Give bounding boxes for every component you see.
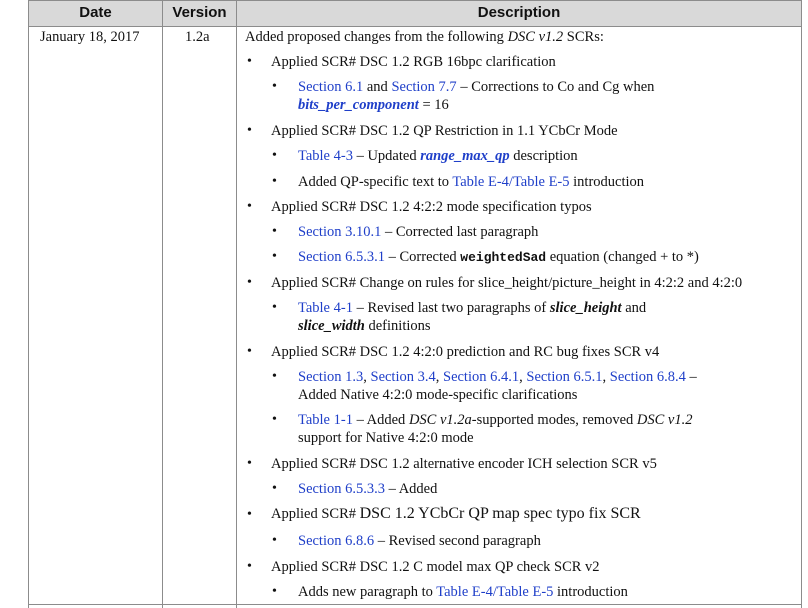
list-item: Applied SCR# DSC 1.2 4:2:0 prediction an… <box>271 344 660 360</box>
sub-bullet: • <box>272 300 277 315</box>
list-item: Applied SCR# Change on rules for slice_h… <box>271 275 743 291</box>
sub-bullet: • <box>272 533 277 548</box>
link-section-6-1[interactable]: Section 6.1 <box>298 79 363 95</box>
sub-bullet: • <box>272 148 277 163</box>
sub-list-item-cont: slice_width definitions <box>298 318 431 334</box>
header-date: Date <box>79 4 112 21</box>
sub-list-item-cont: Added Native 4:2:0 mode-specific clarifi… <box>298 387 578 403</box>
table-border-header <box>28 26 802 27</box>
sub-bullet: • <box>272 174 277 189</box>
list-item: Applied SCR# DSC 1.2 YCbCr QP map spec t… <box>271 505 641 522</box>
link-section-6-5-3-3[interactable]: Section 6.5.3.3 <box>298 481 385 497</box>
sub-list-item: Added QP-specific text to Table E-4/Tabl… <box>298 174 645 190</box>
sub-bullet: • <box>272 369 277 384</box>
column-divider-date <box>162 0 163 608</box>
link-section-3-4[interactable]: Section 3.4 <box>371 369 436 385</box>
link-section-6-5-3-1[interactable]: Section 6.5.3.1 <box>298 249 385 265</box>
bullet: • <box>247 54 252 69</box>
table-border-left <box>28 0 29 608</box>
list-item: Applied SCR# DSC 1.2 C model max QP chec… <box>271 559 600 575</box>
header-description: Description <box>477 4 561 21</box>
sub-bullet: • <box>272 584 277 599</box>
list-item: Applied SCR# DSC 1.2 RGB 16bpc clarifica… <box>271 54 556 70</box>
link-section-6-8-6[interactable]: Section 6.8.6 <box>298 533 374 549</box>
sub-list-item: Table 4-1 – Revised last two paragraphs … <box>298 300 647 316</box>
link-table-4-3[interactable]: Table 4-3 <box>298 148 353 164</box>
sub-list-item: Section 6.8.6 – Revised second paragraph <box>298 533 541 549</box>
link-section-6-4-1[interactable]: Section 6.4.1 <box>443 369 519 385</box>
table-border-right <box>801 0 802 608</box>
sub-list-item: Section 1.3, Section 3.4, Section 6.4.1,… <box>298 369 697 385</box>
sub-bullet: • <box>272 481 277 496</box>
header-version: Version <box>172 4 227 21</box>
list-item: Applied SCR# DSC 1.2 alternative encoder… <box>271 456 657 472</box>
sub-list-item: Table 4-3 – Updated range_max_qp descrip… <box>298 148 578 164</box>
sub-list-item: Adds new paragraph to Table E-4/Table E-… <box>298 584 628 600</box>
link-table-1-1[interactable]: Table 1-1 <box>298 412 353 428</box>
link-section-6-5-1[interactable]: Section 6.5.1 <box>526 369 602 385</box>
link-section-6-8-4[interactable]: Section 6.8.4 <box>610 369 686 385</box>
bullet: • <box>247 199 252 214</box>
row-date: January 18, 2017 <box>40 29 140 45</box>
bullet: • <box>247 507 252 522</box>
table-border-bottom <box>28 604 802 605</box>
sub-list-item: Table 1-1 – Added DSC v1.2a-supported mo… <box>298 412 693 428</box>
bullet: • <box>247 456 252 471</box>
table-border-top <box>28 0 802 1</box>
sub-bullet: • <box>272 249 277 264</box>
bullet: • <box>247 123 252 138</box>
sub-list-item-cont: support for Native 4:2:0 mode <box>298 430 474 446</box>
link-table-e4-e5-2[interactable]: Table E-4/Table E-5 <box>436 584 553 600</box>
sub-list-item: Section 6.5.3.3 – Added <box>298 481 438 497</box>
link-table-4-1[interactable]: Table 4-1 <box>298 300 353 316</box>
link-table-e4-e5[interactable]: Table E-4/Table E-5 <box>452 174 569 190</box>
link-section-3-10-1[interactable]: Section 3.10.1 <box>298 224 381 240</box>
link-section-7-7[interactable]: Section 7.7 <box>391 79 456 95</box>
sub-list-item-cont: bits_per_component = 16 <box>298 97 449 113</box>
sub-list-item: Section 6.1 and Section 7.7 – Correction… <box>298 79 655 95</box>
list-item: Applied SCR# DSC 1.2 4:2:2 mode specific… <box>271 199 592 215</box>
description-intro: Added proposed changes from the followin… <box>245 29 604 45</box>
list-item: Applied SCR# DSC 1.2 QP Restriction in 1… <box>271 123 618 139</box>
bullet: • <box>247 344 252 359</box>
bullet: • <box>247 559 252 574</box>
link-section-1-3[interactable]: Section 1.3 <box>298 369 363 385</box>
sub-list-item: Section 6.5.3.1 – Corrected weightedSad … <box>298 249 699 265</box>
sub-bullet: • <box>272 224 277 239</box>
sub-bullet: • <box>272 412 277 427</box>
sub-bullet: • <box>272 79 277 94</box>
row-version: 1.2a <box>185 29 210 45</box>
sub-list-item: Section 3.10.1 – Corrected last paragrap… <box>298 224 539 240</box>
column-divider-version <box>236 0 237 608</box>
bullet: • <box>247 275 252 290</box>
